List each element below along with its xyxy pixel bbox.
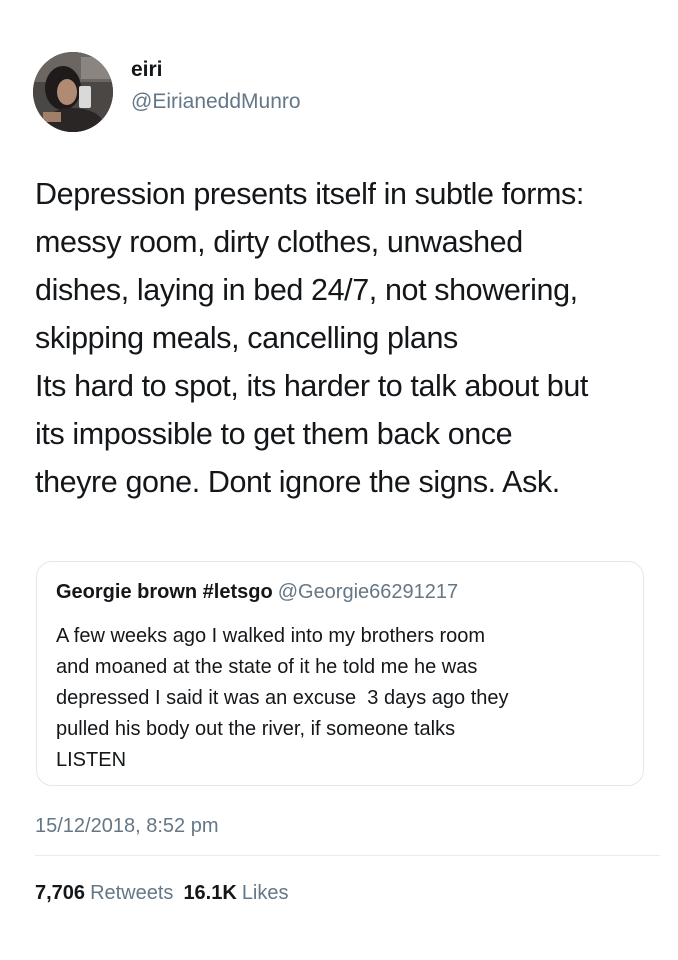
quoted-text-line: LISTEN [56, 749, 127, 771]
tweet-text-line: skipping meals, cancelling plans [35, 321, 458, 355]
tweet-text-line: Its hard to spot, its harder to talk abo… [35, 369, 588, 403]
retweets-count: 7,706 [35, 882, 86, 904]
quoted-text-line: depressed I said it was an excuse 3 days… [56, 687, 509, 709]
retweets-stat[interactable]: 7,706 Retweets [35, 882, 173, 904]
quoted-author-name: Georgie brown #letsgo [56, 581, 273, 603]
tweet-timestamp[interactable]: 15/12/2018, 8:52 pm [35, 813, 218, 839]
tweet-text: Depression presents itself in subtle for… [35, 170, 660, 506]
profile-photo-icon [33, 52, 113, 132]
likes-count: 16.1K [183, 882, 237, 904]
quoted-tweet-text: A few weeks ago I walked into my brother… [56, 621, 636, 776]
tweet-text-line: messy room, dirty clothes, unwashed [35, 225, 523, 259]
author-display-name[interactable]: eiri [131, 58, 163, 82]
avatar[interactable] [33, 52, 113, 132]
author-handle[interactable]: @EirianeddMunro [131, 90, 301, 114]
quoted-tweet-card[interactable]: Georgie brown #letsgo @Georgie66291217 A … [36, 561, 644, 786]
tweet-text-line: Depression presents itself in subtle for… [35, 177, 584, 211]
quoted-text-line: pulled his body out the river, if someon… [56, 718, 456, 740]
tweet-text-line: its impossible to get them back once [35, 417, 513, 451]
quoted-author-handle: @Georgie66291217 [277, 581, 459, 603]
likes-stat[interactable]: 16.1K Likes [183, 882, 288, 904]
tweet-text-line: dishes, laying in bed 24/7, not showerin… [35, 273, 578, 307]
retweets-label: Retweets [90, 882, 174, 904]
likes-label: Likes [241, 882, 289, 904]
tweet-stats: 7,706 Retweets 16.1K Likes [35, 880, 289, 906]
quoted-text-line: and moaned at the state of it he told me… [56, 656, 478, 678]
quoted-tweet-header: Georgie brown #letsgo @Georgie66291217 [56, 579, 458, 605]
divider [35, 855, 660, 856]
tweet-text-line: theyre gone. Dont ignore the signs. Ask. [35, 465, 560, 499]
quoted-text-line: A few weeks ago I walked into my brother… [56, 625, 486, 647]
